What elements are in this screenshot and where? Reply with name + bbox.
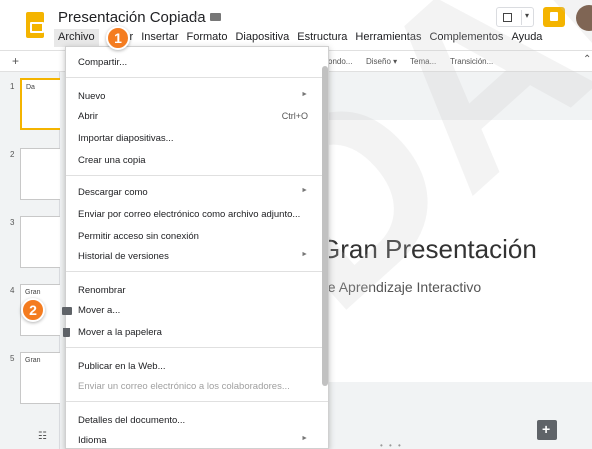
menu-item-renombrar[interactable]: Renombrar	[66, 281, 328, 301]
slides-logo-icon[interactable]	[26, 12, 44, 38]
theme-button[interactable]: Tema...	[410, 57, 436, 66]
slide-thumbnail[interactable]	[20, 216, 62, 268]
present-icon	[503, 12, 512, 22]
grid-view-icon[interactable]: ☷	[38, 431, 47, 442]
menu-item-historial[interactable]: Historial de versiones ►	[66, 247, 328, 267]
menu-divider	[66, 347, 328, 348]
menu-item-detalles[interactable]: Detalles del documento...	[66, 411, 328, 431]
submenu-arrow-icon: ►	[301, 187, 308, 194]
present-button[interactable]: ▾	[496, 7, 534, 27]
slide-number: 2	[10, 150, 15, 159]
menu-divider	[66, 175, 328, 176]
menu-item-publicar[interactable]: Publicar en la Web...	[66, 357, 328, 377]
menu-herramientas[interactable]: Herramientas	[351, 29, 425, 47]
avatar[interactable]	[576, 5, 592, 31]
folder-icon[interactable]	[210, 13, 221, 21]
menu-item-compartir[interactable]: Compartir...	[66, 53, 328, 73]
submenu-arrow-icon: ►	[301, 435, 308, 442]
slide-filmstrip: 1 Da 2 3 4 Gran 5 Gran	[0, 72, 62, 449]
menu-item-papelera[interactable]: Mover a la papelera	[63, 323, 328, 343]
menu-estructura[interactable]: Estructura	[293, 29, 351, 47]
collapse-toolbar-icon[interactable]: ⌃	[583, 54, 591, 65]
menu-formato[interactable]: Formato	[183, 29, 232, 47]
slide-number: 5	[10, 354, 15, 363]
slide-number: 1	[10, 82, 15, 91]
menu-item-idioma[interactable]: Idioma ►	[66, 431, 328, 449]
document-title[interactable]: Presentación Copiada	[58, 9, 206, 26]
slide-number: 3	[10, 218, 15, 227]
menu-divider	[66, 271, 328, 272]
background-button[interactable]: ondo...	[328, 57, 352, 66]
notes-resize-handle[interactable]: • • •	[380, 441, 403, 449]
menu-item-abrir[interactable]: Abrir Ctrl+O	[66, 107, 328, 127]
menu-item-sin-conexion[interactable]: Permitir acceso sin conexión	[66, 227, 328, 247]
menu-item-enviar-adjunto[interactable]: Enviar por correo electrónico como archi…	[66, 205, 328, 225]
slide-thumbnail[interactable]: Da	[20, 78, 62, 130]
archivo-dropdown-menu: Compartir... Nuevo ► Abrir Ctrl+O Import…	[62, 46, 329, 449]
submenu-arrow-icon: ►	[301, 91, 308, 98]
step-callout-2: 2	[21, 298, 45, 322]
menu-item-copia[interactable]: Crear una copia	[66, 151, 328, 171]
share-lock-button[interactable]	[543, 7, 565, 27]
present-divider	[521, 10, 522, 25]
menu-item-importar[interactable]: Importar diapositivas...	[66, 129, 328, 149]
transition-button[interactable]: Transición...	[450, 57, 493, 66]
submenu-arrow-icon: ►	[301, 251, 308, 258]
menu-ayuda[interactable]: Ayuda	[507, 29, 546, 47]
menu-complementos[interactable]: Complementos	[425, 29, 507, 47]
menu-archivo[interactable]: Archivo	[54, 29, 99, 47]
step-callout-1: 1	[106, 26, 130, 50]
menu-insertar[interactable]: Insertar	[137, 29, 182, 47]
menu-item-enviar-colaboradores: Enviar un correo electrónico a los colab…	[78, 381, 290, 392]
shortcut-label: Ctrl+O	[281, 111, 308, 121]
chevron-down-icon[interactable]: ▾	[525, 11, 529, 20]
explore-button[interactable]	[537, 420, 557, 440]
layout-button[interactable]: Diseño ▾	[366, 57, 397, 66]
app-header: Presentación Copiada ☆ Archivo Ver Inser…	[0, 0, 592, 50]
menu-scrollbar[interactable]	[322, 66, 328, 386]
star-icon[interactable]: ☆	[191, 9, 203, 25]
menu-divider	[66, 77, 328, 78]
slide-number: 4	[10, 286, 15, 295]
new-slide-button[interactable]: +	[12, 54, 19, 68]
slide-title[interactable]: Gran Presentación	[320, 234, 537, 265]
slide-subtitle[interactable]: de Aprendizaje Interactivo	[320, 279, 481, 295]
menu-item-nuevo[interactable]: Nuevo ►	[66, 87, 328, 107]
menu-item-descargar[interactable]: Descargar como ►	[66, 183, 328, 203]
menu-divider	[66, 401, 328, 402]
slide-thumbnail[interactable]	[20, 148, 62, 200]
folder-icon	[62, 307, 72, 315]
trash-icon	[63, 328, 70, 337]
slide-thumbnail[interactable]: Gran	[20, 352, 62, 404]
menu-item-mover[interactable]: Mover a...	[62, 301, 328, 321]
menu-diapositiva[interactable]: Diapositiva	[231, 29, 293, 47]
